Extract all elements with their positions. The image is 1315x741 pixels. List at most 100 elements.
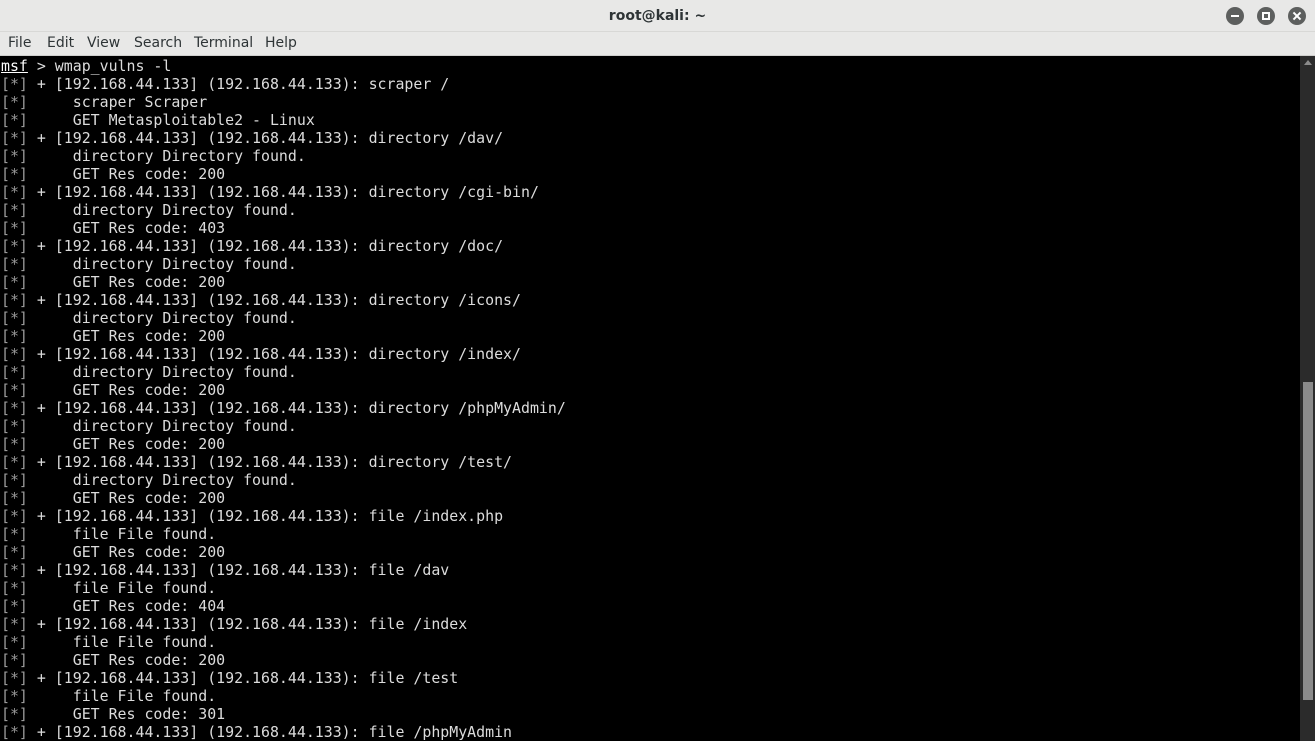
line-text: file File found.: [27, 633, 217, 651]
terminal-line: [*] GET Res code: 200: [1, 327, 225, 345]
terminal-line: [*] GET Res code: 200: [1, 381, 225, 399]
line-text: GET Res code: 200: [27, 435, 226, 453]
vertical-scrollbar[interactable]: [1300, 56, 1315, 741]
terminal-line: [*] file File found.: [1, 579, 216, 597]
terminal-line: [*] GET Res code: 403: [1, 219, 225, 237]
terminal-line: [*] directory Directoy found.: [1, 309, 297, 327]
line-text: + [192.168.44.133] (192.168.44.133): dir…: [27, 183, 539, 201]
terminal-line: [*] + [192.168.44.133] (192.168.44.133):…: [1, 399, 566, 417]
status-tag: [*]: [1, 381, 28, 399]
status-tag: [*]: [1, 255, 28, 273]
line-text: GET Metasploitable2 - Linux: [27, 111, 315, 129]
line-text: directory Directoy found.: [27, 417, 297, 435]
terminal-line: [*] directory Directoy found.: [1, 201, 297, 219]
status-tag: [*]: [1, 489, 28, 507]
status-tag: [*]: [1, 291, 28, 309]
line-text: + [192.168.44.133] (192.168.44.133): dir…: [27, 237, 504, 255]
terminal-line: [*] GET Res code: 200: [1, 543, 225, 561]
line-text: + [192.168.44.133] (192.168.44.133): dir…: [27, 345, 521, 363]
terminal-line: [*] + [192.168.44.133] (192.168.44.133):…: [1, 561, 449, 579]
line-text: GET Res code: 200: [27, 543, 226, 561]
line-text: GET Res code: 200: [27, 273, 226, 291]
maximize-icon[interactable]: [1257, 7, 1275, 25]
status-tag: [*]: [1, 75, 28, 93]
line-text: + [192.168.44.133] (192.168.44.133): fil…: [27, 561, 450, 579]
line-text: directory Directoy found.: [27, 255, 297, 273]
terminal-line: [*] directory Directoy found.: [1, 471, 297, 489]
status-tag: [*]: [1, 219, 28, 237]
terminal-line: [*] GET Metasploitable2 - Linux: [1, 111, 315, 129]
status-tag: [*]: [1, 111, 28, 129]
menu-search[interactable]: Search: [134, 32, 182, 55]
line-text: + [192.168.44.133] (192.168.44.133): fil…: [27, 615, 468, 633]
status-tag: [*]: [1, 615, 28, 633]
status-tag: [*]: [1, 453, 28, 471]
terminal-line: [*] file File found.: [1, 633, 216, 651]
terminal-line: [*] GET Res code: 404: [1, 597, 225, 615]
line-text: GET Res code: 403: [27, 219, 226, 237]
status-tag: [*]: [1, 525, 28, 543]
status-tag: [*]: [1, 471, 28, 489]
msf-prompt: msf: [1, 57, 28, 75]
menu-bar: File Edit View Search Terminal Help: [0, 32, 1315, 56]
title-bar[interactable]: root@kali: ~: [0, 0, 1315, 32]
line-text: + [192.168.44.133] (192.168.44.133): dir…: [27, 129, 504, 147]
line-text: + [192.168.44.133] (192.168.44.133): dir…: [27, 291, 521, 309]
terminal-output[interactable]: msf > wmap_vulns -l [*] + [192.168.44.13…: [0, 56, 1300, 741]
terminal-window: root@kali: ~ File Edit View Search Termi…: [0, 0, 1315, 741]
status-tag: [*]: [1, 705, 28, 723]
status-tag: [*]: [1, 633, 28, 651]
line-text: + [192.168.44.133] (192.168.44.133): fil…: [27, 507, 504, 525]
command-line: msf > wmap_vulns -l: [1, 57, 171, 75]
terminal-line: [*] + [192.168.44.133] (192.168.44.133):…: [1, 507, 503, 525]
line-text: + [192.168.44.133] (192.168.44.133): fil…: [27, 723, 513, 741]
terminal-line: [*] + [192.168.44.133] (192.168.44.133):…: [1, 669, 458, 687]
terminal-line: [*] + [192.168.44.133] (192.168.44.133):…: [1, 75, 449, 93]
line-text: GET Res code: 200: [27, 381, 226, 399]
line-text: GET Res code: 301: [27, 705, 226, 723]
terminal-line: [*] GET Res code: 200: [1, 273, 225, 291]
terminal-line: [*] + [192.168.44.133] (192.168.44.133):…: [1, 183, 539, 201]
terminal-line: [*] GET Res code: 200: [1, 651, 225, 669]
menu-view[interactable]: View: [87, 32, 120, 55]
line-text: scraper Scraper: [27, 93, 208, 111]
line-text: GET Res code: 404: [27, 597, 226, 615]
line-text: GET Res code: 200: [27, 651, 226, 669]
terminal-line: [*] directory Directoy found.: [1, 255, 297, 273]
status-tag: [*]: [1, 561, 28, 579]
line-text: directory Directoy found.: [27, 363, 297, 381]
menu-terminal[interactable]: Terminal: [194, 32, 253, 55]
command-text: > wmap_vulns -l: [27, 57, 172, 75]
status-tag: [*]: [1, 183, 28, 201]
line-text: directory Directory found.: [27, 147, 306, 165]
terminal-line: [*] file File found.: [1, 525, 216, 543]
status-tag: [*]: [1, 651, 28, 669]
line-text: + [192.168.44.133] (192.168.44.133): scr…: [27, 75, 450, 93]
terminal-line: [*] directory Directory found.: [1, 147, 306, 165]
terminal-line: [*] scraper Scraper: [1, 93, 207, 111]
scrollbar-thumb[interactable]: [1303, 382, 1313, 700]
status-tag: [*]: [1, 345, 28, 363]
menu-edit[interactable]: Edit: [47, 32, 74, 55]
menu-help[interactable]: Help: [265, 32, 297, 55]
status-tag: [*]: [1, 417, 28, 435]
line-text: + [192.168.44.133] (192.168.44.133): fil…: [27, 669, 459, 687]
terminal-line: [*] + [192.168.44.133] (192.168.44.133):…: [1, 453, 512, 471]
status-tag: [*]: [1, 327, 28, 345]
terminal-line: [*] GET Res code: 301: [1, 705, 225, 723]
status-tag: [*]: [1, 93, 28, 111]
terminal-line: [*] + [192.168.44.133] (192.168.44.133):…: [1, 345, 521, 363]
line-text: + [192.168.44.133] (192.168.44.133): dir…: [27, 399, 566, 417]
status-tag: [*]: [1, 165, 28, 183]
minimize-icon[interactable]: [1226, 7, 1244, 25]
scroll-up-icon[interactable]: [1304, 60, 1312, 65]
line-text: GET Res code: 200: [27, 327, 226, 345]
menu-file[interactable]: File: [8, 32, 31, 55]
terminal-line: [*] GET Res code: 200: [1, 489, 225, 507]
status-tag: [*]: [1, 579, 28, 597]
status-tag: [*]: [1, 597, 28, 615]
status-tag: [*]: [1, 687, 28, 705]
terminal-line: [*] + [192.168.44.133] (192.168.44.133):…: [1, 237, 503, 255]
line-text: directory Directoy found.: [27, 471, 297, 489]
close-icon[interactable]: [1288, 7, 1306, 25]
